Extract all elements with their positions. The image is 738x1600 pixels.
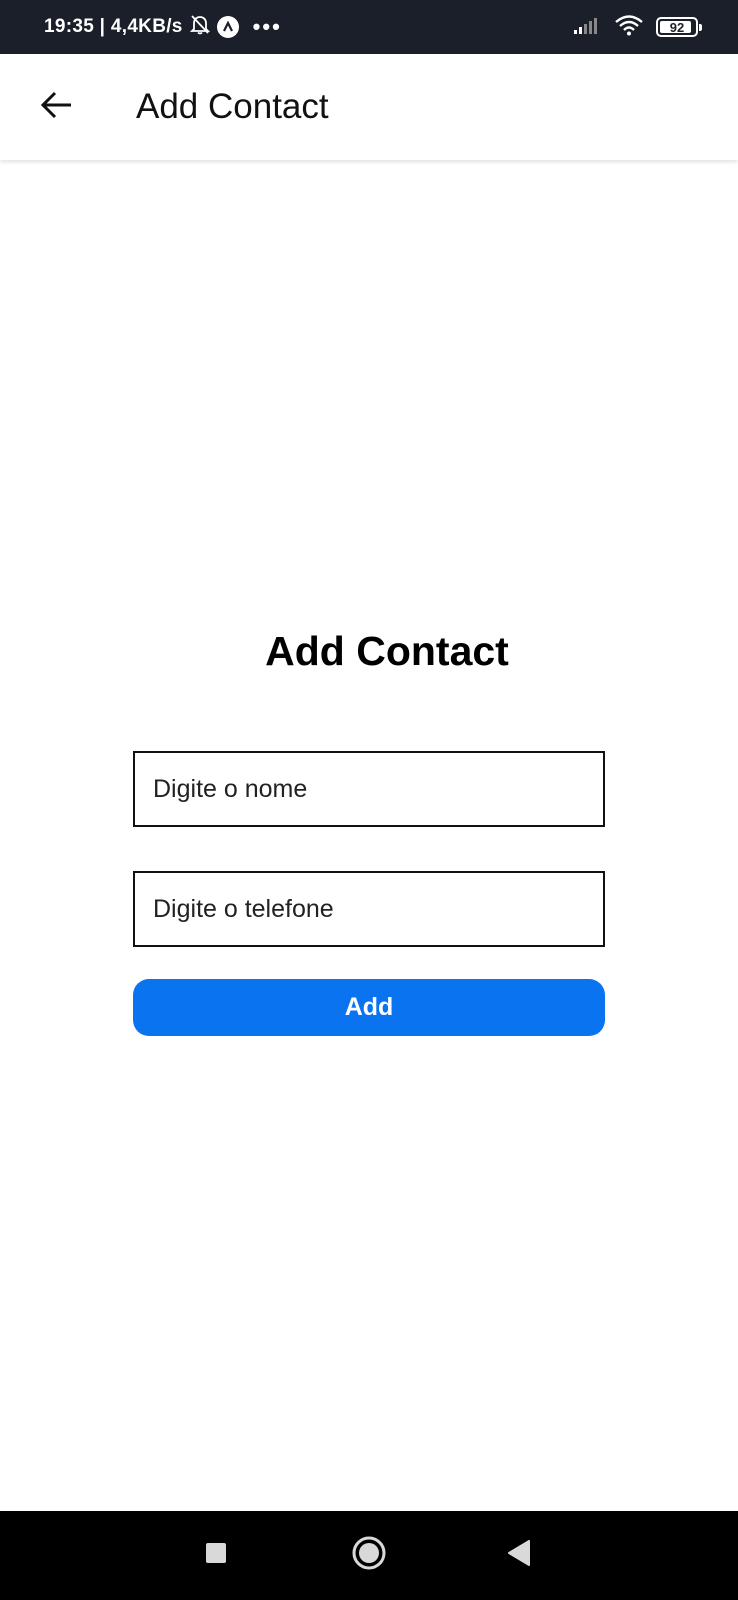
back-button[interactable] [28, 79, 84, 135]
status-left: 19:35 | 4,4KB/s ••• [44, 0, 282, 54]
home-circle-icon [351, 1535, 387, 1576]
add-button[interactable]: Add [133, 979, 605, 1036]
page-title: Add Contact [265, 628, 509, 674]
signal-icon [574, 16, 602, 39]
status-time-speed: 19:35 | 4,4KB/s [44, 16, 183, 37]
app-notification-icon [216, 16, 239, 38]
bell-off-icon [189, 13, 211, 41]
phone-input[interactable] [133, 871, 605, 947]
home-button[interactable] [329, 1511, 409, 1600]
navigation-bar [0, 1511, 738, 1600]
wifi-icon [614, 14, 644, 41]
name-input[interactable] [133, 751, 605, 827]
back-triangle-icon [507, 1540, 531, 1571]
battery-level: 92 [669, 19, 685, 35]
app-bar: Add Contact [0, 54, 738, 160]
more-notifications-dots: ••• [252, 14, 282, 39]
app-bar-title: Add Contact [136, 87, 329, 126]
battery-icon: 92 [656, 17, 702, 37]
recents-button[interactable] [176, 1511, 256, 1600]
status-bar: 19:35 | 4,4KB/s ••• 92 [0, 0, 738, 54]
status-right: 92 [574, 0, 702, 54]
system-back-button[interactable] [479, 1511, 559, 1600]
recents-square-icon [205, 1542, 227, 1569]
arrow-left-icon [39, 90, 73, 125]
